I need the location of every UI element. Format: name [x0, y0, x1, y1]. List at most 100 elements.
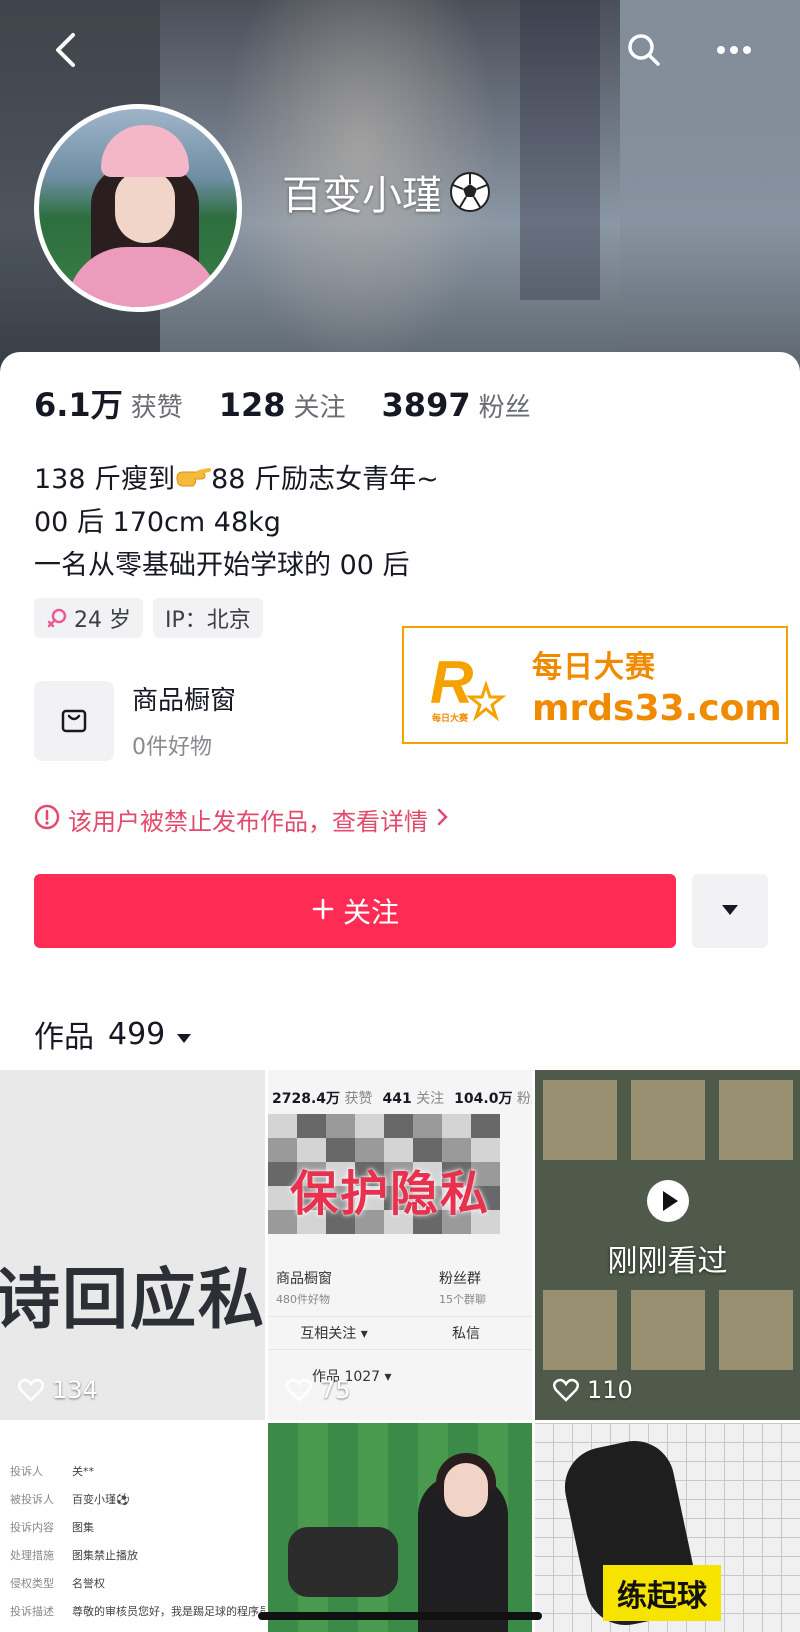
search-icon[interactable]	[622, 28, 666, 72]
soccer-ball-icon	[448, 170, 492, 214]
profile-stats: 6.1万 获赞 128 关注 3897 粉丝	[34, 380, 567, 426]
warning-text: 该用户被禁止发布作品，查看详情	[68, 808, 428, 836]
followers-label[interactable]: 粉丝	[479, 387, 531, 424]
tile-screenshot-stats: 2728.4万 获赞 441 关注 104.0万 粉丝	[268, 1088, 532, 1108]
tile-likes: 75	[286, 1376, 351, 1404]
tile-stat: 2728.4万 获赞	[272, 1088, 372, 1108]
tile-screenshot-row: 商品橱窗 480件好物 粉丝群 15个群聊	[276, 1268, 516, 1307]
work-tile[interactable]: 2728.4万 获赞 441 关注 104.0万 粉丝 保护隐私 商品橱窗 480…	[268, 1070, 532, 1420]
followers-count[interactable]: 3897	[382, 386, 471, 424]
tile-stat-value: 2728.4万	[272, 1091, 341, 1107]
username: 百变小瑾	[282, 163, 492, 221]
complaint-value: 尊敬的审核员您好，我是踢足球的程序员	[72, 1605, 265, 1618]
works-tab[interactable]: 作品 499	[34, 1012, 193, 1056]
tile-fans-sub: 15个群聊	[439, 1293, 486, 1306]
likes-count: 6.1万	[34, 386, 123, 424]
tile-likes: 134	[18, 1376, 98, 1404]
tile-thumb	[543, 1290, 617, 1370]
tile-mutual: 互相关注 ▾	[300, 1326, 368, 1342]
watermark-text: 每日大赛 mrds33.com	[532, 642, 782, 729]
work-tile[interactable]	[268, 1423, 532, 1632]
bio: 138 斤瘦到 88 斤励志女青年~ 00 后 170cm 48kg 一名从零基础…	[34, 458, 439, 587]
complaint-key: 处理措施	[10, 1549, 54, 1562]
works-grid: 诗回应私 134 2728.4万 获赞 441 关注 104.0万 粉丝 保护隐…	[0, 1070, 800, 1632]
complaint-value: 图集	[72, 1521, 94, 1534]
complaint-row: 侵权类型 名誉权	[10, 1575, 105, 1591]
tile-likes-count: 75	[320, 1376, 351, 1404]
tile-text: 诗回应私	[0, 1261, 265, 1338]
complaint-row: 被投诉人 百变小瑾⚽	[10, 1491, 130, 1507]
avatar-face	[115, 171, 175, 243]
tile-thumb	[719, 1080, 793, 1160]
tile-fans: 粉丝群 15个群聊	[439, 1268, 486, 1307]
shop-title: 商品橱窗	[132, 686, 237, 716]
heart-icon	[18, 1378, 44, 1402]
complaint-value: 名誉权	[72, 1577, 105, 1590]
female-icon	[46, 607, 68, 629]
following-count[interactable]: 128	[219, 386, 286, 424]
watermark-banner: R 每日大赛 每日大赛 mrds33.com	[402, 626, 788, 744]
tile-stat-value: 104.0万	[454, 1091, 513, 1107]
complaint-row: 投诉内容 图集	[10, 1519, 94, 1535]
tile-fans-label: 粉丝群	[439, 1271, 481, 1287]
complaint-key: 投诉人	[10, 1465, 43, 1478]
tile-screenshot-buttons: 互相关注 ▾ 私信	[268, 1316, 532, 1350]
avatar-hat	[101, 125, 189, 177]
tile-badge: 练起球	[603, 1565, 721, 1621]
ip-tag: IP：北京	[153, 598, 263, 638]
tile-jacket	[288, 1527, 398, 1597]
avatar[interactable]	[34, 104, 242, 312]
tile-thumb	[631, 1080, 705, 1160]
tile-stat-label: 获赞	[344, 1091, 373, 1107]
more-actions-button[interactable]	[692, 874, 768, 948]
bio-line-1-end: 88 斤励志女青年~	[211, 464, 439, 495]
complaint-value: 关**	[72, 1465, 94, 1478]
follow-button[interactable]: 关注	[34, 874, 676, 948]
complaint-key: 投诉描述	[10, 1605, 54, 1618]
chevron-right-icon	[436, 806, 450, 834]
complaint-row: 投诉人 关**	[10, 1463, 94, 1479]
complaint-key: 被投诉人	[10, 1493, 54, 1506]
shop-window[interactable]: 商品橱窗 0件好物	[34, 680, 236, 761]
tile-stat-label: 关注	[416, 1091, 445, 1107]
tile-likes-count: 110	[587, 1376, 633, 1404]
home-indicator[interactable]	[258, 1612, 542, 1620]
complaint-row: 投诉描述 尊敬的审核员您好，我是踢足球的程序员	[10, 1603, 265, 1619]
more-icon[interactable]	[712, 28, 756, 72]
username-text: 百变小瑾	[282, 173, 442, 219]
shopping-bag-icon	[58, 703, 90, 739]
tile-title: 保护隐私	[290, 1166, 491, 1222]
svg-text:R: R	[430, 649, 473, 716]
caret-down-icon	[175, 1017, 193, 1052]
bio-line-1-start: 138 斤瘦到	[34, 464, 176, 495]
heart-icon	[553, 1378, 579, 1402]
following-label[interactable]: 关注	[294, 387, 346, 424]
watermark-line-1: 每日大赛	[532, 649, 656, 685]
heart-icon	[286, 1378, 312, 1402]
age-text: 24 岁	[74, 608, 131, 633]
ban-warning[interactable]: 该用户被禁止发布作品，查看详情	[34, 802, 450, 837]
tile-shop-label: 商品橱窗	[276, 1271, 332, 1287]
tile-thumb	[631, 1290, 705, 1370]
complaint-key: 投诉内容	[10, 1521, 54, 1534]
work-tile[interactable]: 练起球	[535, 1423, 800, 1632]
tile-shop: 商品橱窗 480件好物	[276, 1268, 332, 1307]
tile-message: 私信	[452, 1326, 480, 1342]
bio-line-2: 00 后 170cm 48kg	[34, 507, 281, 538]
shop-subtitle: 0件好物	[132, 735, 212, 760]
work-tile[interactable]: 投诉人 关** 被投诉人 百变小瑾⚽ 投诉内容 图集 处理措施 图集禁止播放 侵权类型 名…	[0, 1423, 265, 1632]
tile-likes: 110	[553, 1376, 633, 1404]
tile-person-face	[444, 1463, 488, 1517]
tile-stat: 441 关注	[382, 1088, 444, 1108]
back-icon[interactable]	[44, 28, 88, 72]
plus-icon	[311, 895, 335, 928]
complaint-row: 处理措施 图集禁止播放	[10, 1547, 138, 1563]
profile-tags: 24 岁 IP：北京	[34, 598, 263, 638]
tile-shop-sub: 480件好物	[276, 1293, 330, 1306]
shop-text: 商品橱窗 0件好物	[132, 680, 236, 761]
tile-thumb	[719, 1290, 793, 1370]
work-tile[interactable]: 诗回应私 134	[0, 1070, 265, 1420]
pointing-hand-icon	[175, 460, 212, 487]
profile-header: 百变小瑾	[0, 0, 800, 372]
work-tile[interactable]: 刚刚看过 110	[535, 1070, 800, 1420]
